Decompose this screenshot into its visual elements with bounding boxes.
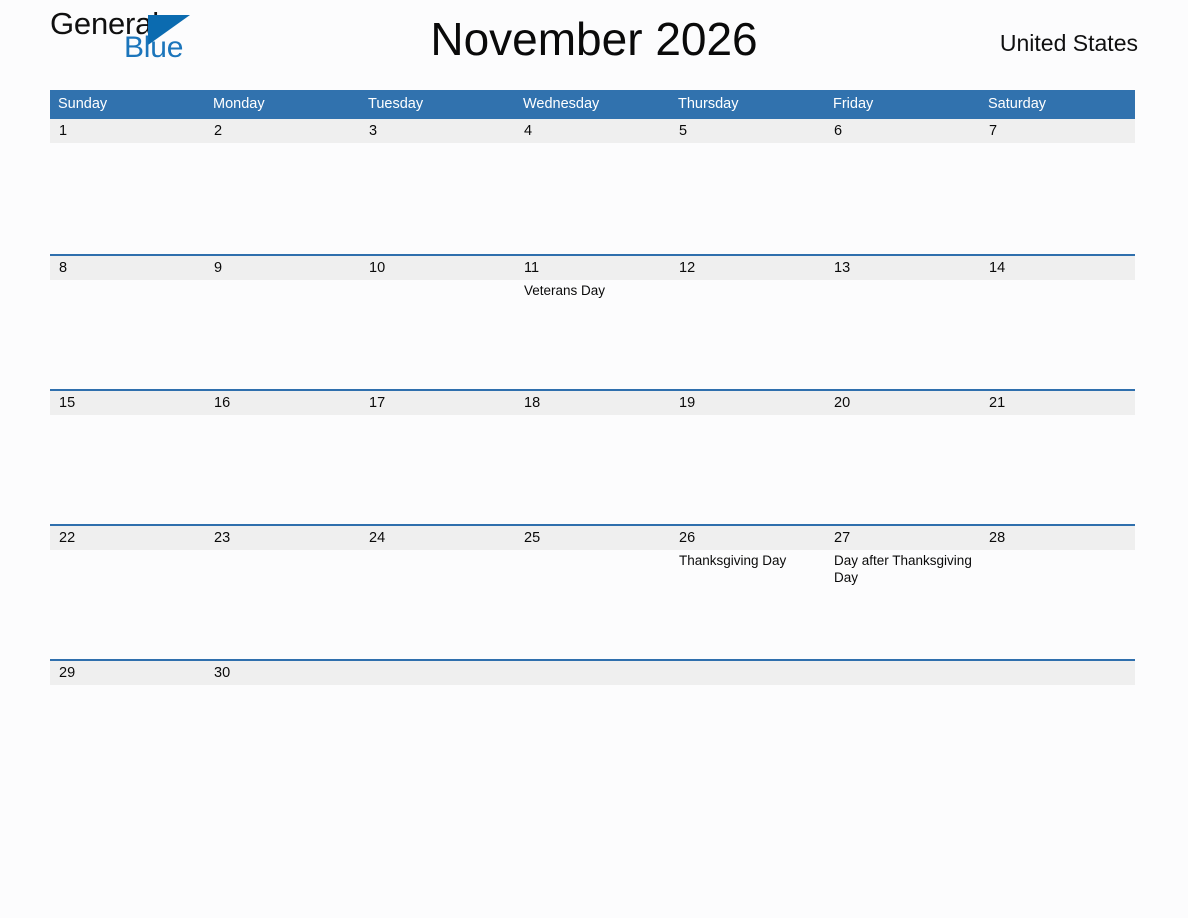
day-number: 3 xyxy=(360,119,515,143)
day-number xyxy=(980,661,1135,685)
day-number: 12 xyxy=(670,256,825,280)
day-cell-4[interactable]: 4 xyxy=(515,119,670,254)
day-cell-6[interactable]: 6 xyxy=(825,119,980,254)
day-cell-empty[interactable] xyxy=(360,661,515,719)
weekday-header-saturday: Saturday xyxy=(988,96,1047,112)
day-cell-14[interactable]: 14 xyxy=(980,256,1135,389)
weekday-header-wednesday: Wednesday xyxy=(523,96,600,112)
day-number: 6 xyxy=(825,119,980,143)
weekday-header-thursday: Thursday xyxy=(678,96,739,112)
day-number: 24 xyxy=(360,526,515,550)
day-number: 4 xyxy=(515,119,670,143)
day-number: 2 xyxy=(205,119,360,143)
day-number: 29 xyxy=(50,661,205,685)
day-number: 25 xyxy=(515,526,670,550)
day-cell-27[interactable]: 27 Day after Thanksgiving Day xyxy=(825,526,980,659)
week-row: 22 23 24 25 26 Thanksgiving Day 27 Day after Th… xyxy=(50,524,1135,659)
day-cell-empty[interactable] xyxy=(670,661,825,719)
day-cell-28[interactable]: 28 xyxy=(980,526,1135,659)
week-row: 15 16 17 18 19 20 21 xyxy=(50,389,1135,524)
holiday-list: Thanksgiving Day xyxy=(670,550,825,570)
day-number: 16 xyxy=(205,391,360,415)
weekday-header-sunday: Sunday xyxy=(58,96,108,112)
day-number: 10 xyxy=(360,256,515,280)
week-row: 1234567 xyxy=(50,119,1135,254)
day-number: 27 xyxy=(825,526,980,550)
day-cell-29[interactable]: 29 xyxy=(50,661,205,719)
day-number xyxy=(825,661,980,685)
day-cell-9[interactable]: 9 xyxy=(205,256,360,389)
day-number: 14 xyxy=(980,256,1135,280)
day-number: 5 xyxy=(670,119,825,143)
day-cell-18[interactable]: 18 xyxy=(515,391,670,524)
day-cell-13[interactable]: 13 xyxy=(825,256,980,389)
day-number: 21 xyxy=(980,391,1135,415)
day-cell-10[interactable]: 10 xyxy=(360,256,515,389)
day-number xyxy=(360,661,515,685)
country-label: United States xyxy=(999,30,1138,56)
day-number: 22 xyxy=(50,526,205,550)
day-cell-empty[interactable] xyxy=(515,661,670,719)
day-number: 8 xyxy=(50,256,205,280)
day-cell-empty[interactable] xyxy=(825,661,980,719)
day-cell-26[interactable]: 26 Thanksgiving Day xyxy=(670,526,825,659)
calendar-page: General Blue November 2026 United States… xyxy=(0,0,1188,918)
day-cell-3[interactable]: 3 xyxy=(360,119,515,254)
day-cell-24[interactable]: 24 xyxy=(360,526,515,659)
holiday-label: Veterans Day xyxy=(524,283,606,298)
holiday-label: Thanksgiving Day xyxy=(679,553,787,568)
day-cell-21[interactable]: 21 xyxy=(980,391,1135,524)
day-number: 26 xyxy=(670,526,825,550)
day-number: 7 xyxy=(980,119,1135,143)
weekday-header-row: Sunday Monday Tuesday Wednesday Thursday Frid… xyxy=(50,90,1135,119)
day-number: 18 xyxy=(515,391,670,415)
page-header: General Blue November 2026 United States xyxy=(50,0,1138,90)
calendar-weeks: 1 2 3 4 5 6 7 8 9 10 11 Veterans Day 12 13 14 15 16 17 18 1… xyxy=(50,119,1135,719)
day-number: 17 xyxy=(360,391,515,415)
day-cell-20[interactable]: 20 xyxy=(825,391,980,524)
day-cell-11[interactable]: 11 Veterans Day xyxy=(515,256,670,389)
day-cell-empty[interactable] xyxy=(980,661,1135,719)
day-number: 20 xyxy=(825,391,980,415)
day-cell-5[interactable]: 5 xyxy=(670,119,825,254)
day-number: 9 xyxy=(205,256,360,280)
day-cell-17[interactable]: 17 xyxy=(360,391,515,524)
day-cell-19[interactable]: 19 xyxy=(670,391,825,524)
week-row: 29 30 xyxy=(50,659,1135,719)
holiday-label: Day after Thanksgiving Day xyxy=(834,553,972,585)
day-number: 30 xyxy=(205,661,360,685)
weekday-header-friday: Friday xyxy=(833,96,874,112)
day-cell-22[interactable]: 22 xyxy=(50,526,205,659)
day-number: 19 xyxy=(670,391,825,415)
day-number: 13 xyxy=(825,256,980,280)
calendar-grid: Sunday Monday Tuesday Wednesday Thursday Frid… xyxy=(50,90,1135,719)
day-cell-15[interactable]: 15 xyxy=(50,391,205,524)
week-row: 8 9 10 11 Veterans Day 12 13 14 xyxy=(50,254,1135,389)
holiday-list: Day after Thanksgiving Day xyxy=(825,550,980,586)
day-cell-7[interactable]: 7 xyxy=(980,119,1135,254)
day-cell-23[interactable]: 23 xyxy=(205,526,360,659)
day-number: 28 xyxy=(980,526,1135,550)
day-cell-12[interactable]: 12 xyxy=(670,256,825,389)
day-cell-30[interactable]: 30 xyxy=(205,661,360,719)
day-cell-8[interactable]: 8 xyxy=(50,256,205,389)
day-cell-25[interactable]: 25 xyxy=(515,526,670,659)
day-number: 23 xyxy=(205,526,360,550)
day-cell-16[interactable]: 16 xyxy=(205,391,360,524)
holiday-list: Veterans Day xyxy=(515,280,670,300)
page-title: November 2026 xyxy=(430,13,758,65)
day-number: 1 xyxy=(50,119,205,143)
weekday-header-monday: Monday xyxy=(213,96,265,112)
weekday-header-tuesday: Tuesday xyxy=(368,96,424,112)
day-number xyxy=(670,661,825,685)
day-cell-1[interactable]: 1 xyxy=(50,119,205,254)
day-number xyxy=(515,661,670,685)
day-number: 11 xyxy=(515,256,670,280)
day-number: 15 xyxy=(50,391,205,415)
day-cell-2[interactable]: 2 xyxy=(205,119,360,254)
